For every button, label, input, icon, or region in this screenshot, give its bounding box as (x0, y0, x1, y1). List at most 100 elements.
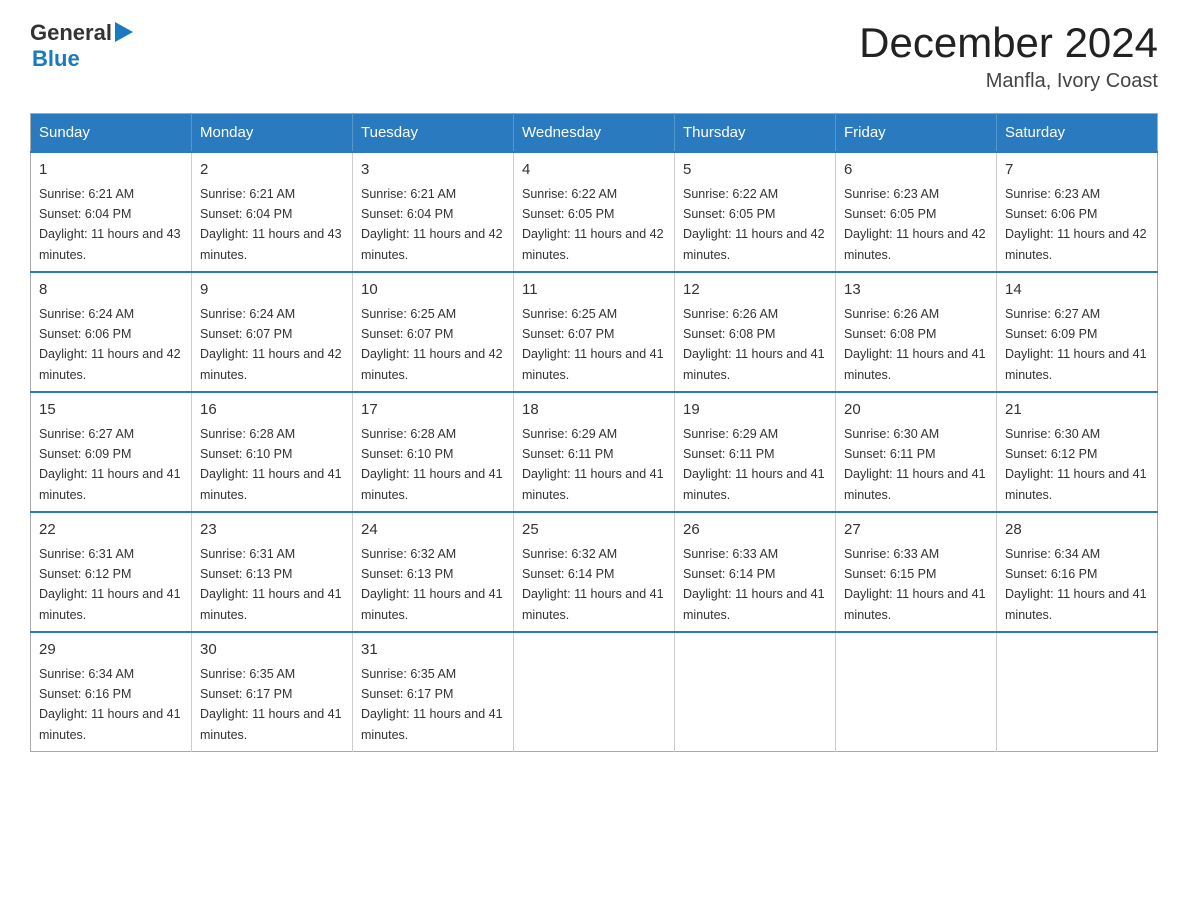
calendar-day-18: 18 Sunrise: 6:29 AMSunset: 6:11 PMDaylig… (514, 392, 675, 512)
header-monday: Monday (192, 114, 353, 153)
day-info: Sunrise: 6:30 AMSunset: 6:12 PMDaylight:… (1005, 427, 1147, 502)
calendar-day-10: 10 Sunrise: 6:25 AMSunset: 6:07 PMDaylig… (353, 272, 514, 392)
empty-cell (997, 632, 1158, 752)
day-number: 3 (361, 159, 505, 182)
calendar-day-9: 9 Sunrise: 6:24 AMSunset: 6:07 PMDayligh… (192, 272, 353, 392)
day-info: Sunrise: 6:25 AMSunset: 6:07 PMDaylight:… (361, 307, 503, 382)
location-text: Manfla, Ivory Coast (859, 70, 1158, 93)
day-info: Sunrise: 6:34 AMSunset: 6:16 PMDaylight:… (39, 667, 181, 742)
day-number: 25 (522, 519, 666, 542)
calendar-week-4: 22 Sunrise: 6:31 AMSunset: 6:12 PMDaylig… (31, 512, 1158, 632)
calendar-day-5: 5 Sunrise: 6:22 AMSunset: 6:05 PMDayligh… (675, 152, 836, 272)
calendar-day-3: 3 Sunrise: 6:21 AMSunset: 6:04 PMDayligh… (353, 152, 514, 272)
day-number: 13 (844, 279, 988, 302)
day-number: 16 (200, 399, 344, 422)
calendar-day-22: 22 Sunrise: 6:31 AMSunset: 6:12 PMDaylig… (31, 512, 192, 632)
logo: General Blue (30, 20, 133, 72)
calendar-day-17: 17 Sunrise: 6:28 AMSunset: 6:10 PMDaylig… (353, 392, 514, 512)
day-number: 11 (522, 279, 666, 302)
day-number: 19 (683, 399, 827, 422)
day-info: Sunrise: 6:21 AMSunset: 6:04 PMDaylight:… (39, 187, 181, 262)
day-number: 1 (39, 159, 183, 182)
day-number: 5 (683, 159, 827, 182)
calendar-week-1: 1 Sunrise: 6:21 AMSunset: 6:04 PMDayligh… (31, 152, 1158, 272)
day-info: Sunrise: 6:26 AMSunset: 6:08 PMDaylight:… (844, 307, 986, 382)
calendar-day-16: 16 Sunrise: 6:28 AMSunset: 6:10 PMDaylig… (192, 392, 353, 512)
day-number: 23 (200, 519, 344, 542)
day-number: 31 (361, 639, 505, 662)
calendar-day-1: 1 Sunrise: 6:21 AMSunset: 6:04 PMDayligh… (31, 152, 192, 272)
calendar-day-24: 24 Sunrise: 6:32 AMSunset: 6:13 PMDaylig… (353, 512, 514, 632)
calendar-week-3: 15 Sunrise: 6:27 AMSunset: 6:09 PMDaylig… (31, 392, 1158, 512)
calendar-day-28: 28 Sunrise: 6:34 AMSunset: 6:16 PMDaylig… (997, 512, 1158, 632)
day-info: Sunrise: 6:22 AMSunset: 6:05 PMDaylight:… (522, 187, 664, 262)
day-number: 6 (844, 159, 988, 182)
calendar-header-row: SundayMondayTuesdayWednesdayThursdayFrid… (31, 114, 1158, 153)
calendar-day-12: 12 Sunrise: 6:26 AMSunset: 6:08 PMDaylig… (675, 272, 836, 392)
day-info: Sunrise: 6:34 AMSunset: 6:16 PMDaylight:… (1005, 547, 1147, 622)
calendar-day-26: 26 Sunrise: 6:33 AMSunset: 6:14 PMDaylig… (675, 512, 836, 632)
header-wednesday: Wednesday (514, 114, 675, 153)
day-info: Sunrise: 6:33 AMSunset: 6:14 PMDaylight:… (683, 547, 825, 622)
calendar-day-21: 21 Sunrise: 6:30 AMSunset: 6:12 PMDaylig… (997, 392, 1158, 512)
day-info: Sunrise: 6:27 AMSunset: 6:09 PMDaylight:… (39, 427, 181, 502)
day-info: Sunrise: 6:28 AMSunset: 6:10 PMDaylight:… (361, 427, 503, 502)
day-info: Sunrise: 6:32 AMSunset: 6:13 PMDaylight:… (361, 547, 503, 622)
day-number: 27 (844, 519, 988, 542)
day-number: 10 (361, 279, 505, 302)
day-number: 21 (1005, 399, 1149, 422)
day-info: Sunrise: 6:22 AMSunset: 6:05 PMDaylight:… (683, 187, 825, 262)
calendar-week-5: 29 Sunrise: 6:34 AMSunset: 6:16 PMDaylig… (31, 632, 1158, 752)
day-info: Sunrise: 6:24 AMSunset: 6:06 PMDaylight:… (39, 307, 181, 382)
header-friday: Friday (836, 114, 997, 153)
day-info: Sunrise: 6:27 AMSunset: 6:09 PMDaylight:… (1005, 307, 1147, 382)
page-header: General Blue December 2024 Manfla, Ivory… (30, 20, 1158, 93)
day-info: Sunrise: 6:24 AMSunset: 6:07 PMDaylight:… (200, 307, 342, 382)
day-info: Sunrise: 6:25 AMSunset: 6:07 PMDaylight:… (522, 307, 664, 382)
day-number: 29 (39, 639, 183, 662)
header-thursday: Thursday (675, 114, 836, 153)
day-number: 22 (39, 519, 183, 542)
day-info: Sunrise: 6:33 AMSunset: 6:15 PMDaylight:… (844, 547, 986, 622)
calendar-day-11: 11 Sunrise: 6:25 AMSunset: 6:07 PMDaylig… (514, 272, 675, 392)
day-info: Sunrise: 6:32 AMSunset: 6:14 PMDaylight:… (522, 547, 664, 622)
logo-arrow-icon (115, 22, 133, 42)
empty-cell (675, 632, 836, 752)
header-saturday: Saturday (997, 114, 1158, 153)
calendar-day-19: 19 Sunrise: 6:29 AMSunset: 6:11 PMDaylig… (675, 392, 836, 512)
empty-cell (836, 632, 997, 752)
day-info: Sunrise: 6:30 AMSunset: 6:11 PMDaylight:… (844, 427, 986, 502)
day-number: 24 (361, 519, 505, 542)
day-number: 28 (1005, 519, 1149, 542)
calendar-day-27: 27 Sunrise: 6:33 AMSunset: 6:15 PMDaylig… (836, 512, 997, 632)
title-section: December 2024 Manfla, Ivory Coast (859, 20, 1158, 93)
day-info: Sunrise: 6:28 AMSunset: 6:10 PMDaylight:… (200, 427, 342, 502)
day-info: Sunrise: 6:21 AMSunset: 6:04 PMDaylight:… (200, 187, 342, 262)
day-number: 15 (39, 399, 183, 422)
day-number: 7 (1005, 159, 1149, 182)
day-info: Sunrise: 6:35 AMSunset: 6:17 PMDaylight:… (200, 667, 342, 742)
calendar-day-7: 7 Sunrise: 6:23 AMSunset: 6:06 PMDayligh… (997, 152, 1158, 272)
day-info: Sunrise: 6:29 AMSunset: 6:11 PMDaylight:… (683, 427, 825, 502)
day-info: Sunrise: 6:23 AMSunset: 6:05 PMDaylight:… (844, 187, 986, 262)
header-sunday: Sunday (31, 114, 192, 153)
day-info: Sunrise: 6:29 AMSunset: 6:11 PMDaylight:… (522, 427, 664, 502)
calendar-day-31: 31 Sunrise: 6:35 AMSunset: 6:17 PMDaylig… (353, 632, 514, 752)
calendar-day-15: 15 Sunrise: 6:27 AMSunset: 6:09 PMDaylig… (31, 392, 192, 512)
day-number: 30 (200, 639, 344, 662)
calendar-table: SundayMondayTuesdayWednesdayThursdayFrid… (30, 113, 1158, 752)
day-info: Sunrise: 6:26 AMSunset: 6:08 PMDaylight:… (683, 307, 825, 382)
day-number: 14 (1005, 279, 1149, 302)
calendar-week-2: 8 Sunrise: 6:24 AMSunset: 6:06 PMDayligh… (31, 272, 1158, 392)
day-info: Sunrise: 6:31 AMSunset: 6:12 PMDaylight:… (39, 547, 181, 622)
calendar-day-23: 23 Sunrise: 6:31 AMSunset: 6:13 PMDaylig… (192, 512, 353, 632)
day-info: Sunrise: 6:31 AMSunset: 6:13 PMDaylight:… (200, 547, 342, 622)
day-number: 2 (200, 159, 344, 182)
month-title: December 2024 (859, 20, 1158, 66)
calendar-day-4: 4 Sunrise: 6:22 AMSunset: 6:05 PMDayligh… (514, 152, 675, 272)
day-info: Sunrise: 6:21 AMSunset: 6:04 PMDaylight:… (361, 187, 503, 262)
calendar-day-6: 6 Sunrise: 6:23 AMSunset: 6:05 PMDayligh… (836, 152, 997, 272)
logo-general-text: General (30, 20, 112, 46)
calendar-day-30: 30 Sunrise: 6:35 AMSunset: 6:17 PMDaylig… (192, 632, 353, 752)
day-number: 20 (844, 399, 988, 422)
